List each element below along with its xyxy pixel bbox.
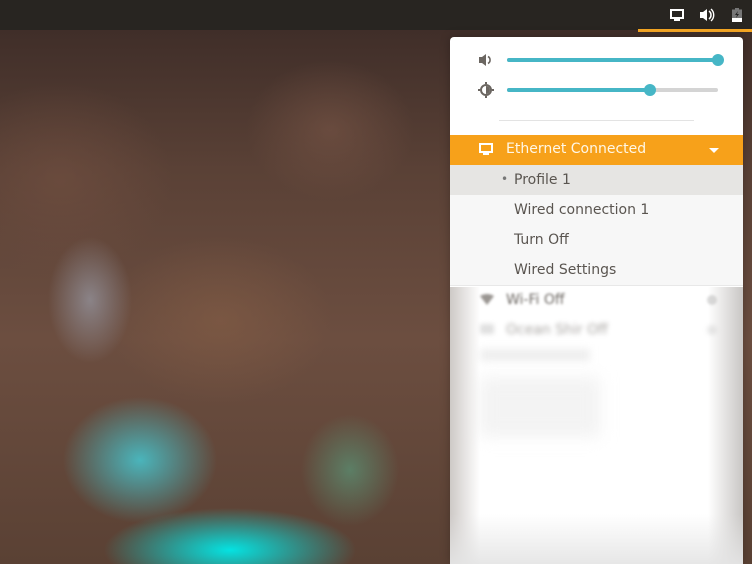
menu-item-wired-connection-1[interactable]: Wired connection 1	[450, 195, 743, 225]
network-popover: Ethernet Connected • Profile 1 Wired con…	[450, 37, 743, 564]
volume-slider-knob[interactable]	[712, 54, 724, 66]
ethernet-section-header[interactable]: Ethernet Connected	[450, 135, 743, 165]
brightness-slider-fill	[507, 88, 651, 92]
brightness-slider-row	[450, 78, 743, 102]
divider	[499, 120, 694, 121]
system-tray	[662, 0, 752, 30]
brightness-icon	[478, 82, 494, 98]
section-icon	[480, 324, 494, 334]
ethernet-submenu: • Profile 1 Wired connection 1 Turn Off …	[450, 165, 743, 286]
ethernet-status-label: Ethernet Connected	[506, 141, 647, 157]
chevron-down-icon[interactable]	[709, 148, 719, 153]
volume-high-icon	[700, 8, 715, 22]
network-wired-icon	[670, 9, 684, 21]
brightness-slider-knob[interactable]	[644, 84, 657, 96]
network-wired-icon	[479, 143, 493, 155]
volume-slider-row	[450, 48, 743, 72]
volume-tray-button[interactable]	[692, 0, 722, 30]
panel-bottom-fade	[450, 514, 743, 564]
menu-item-label: Wired Settings	[514, 262, 617, 278]
wifi-status-label: Wi-Fi Off	[506, 292, 565, 308]
volume-icon	[479, 54, 491, 66]
wifi-section-header[interactable]: Wi-Fi Off	[450, 285, 743, 315]
battery-tray-button[interactable]	[722, 0, 752, 30]
menu-item-turn-off[interactable]: Turn Off	[450, 225, 743, 255]
volume-slider-fill	[507, 58, 718, 62]
blurred-content	[480, 349, 590, 361]
network-tray-button[interactable]	[662, 0, 692, 30]
blurred-content	[480, 377, 600, 437]
blurred-section-header[interactable]: Ocean Shir Off	[450, 315, 743, 345]
menu-item-profile-1[interactable]: • Profile 1	[450, 165, 743, 195]
battery-charging-icon	[732, 8, 742, 22]
brightness-slider[interactable]	[507, 84, 718, 96]
menu-item-label: Profile 1	[514, 172, 571, 188]
menu-item-label: Wired connection 1	[514, 202, 650, 218]
active-indicator	[638, 29, 752, 32]
wifi-icon	[480, 294, 494, 305]
active-bullet-icon: •	[501, 172, 509, 186]
menu-item-label: Turn Off	[514, 232, 569, 248]
top-bar	[0, 0, 752, 32]
menu-item-wired-settings[interactable]: Wired Settings	[450, 255, 743, 285]
blurred-section-label: Ocean Shir Off	[506, 322, 608, 338]
volume-slider[interactable]	[507, 54, 724, 66]
